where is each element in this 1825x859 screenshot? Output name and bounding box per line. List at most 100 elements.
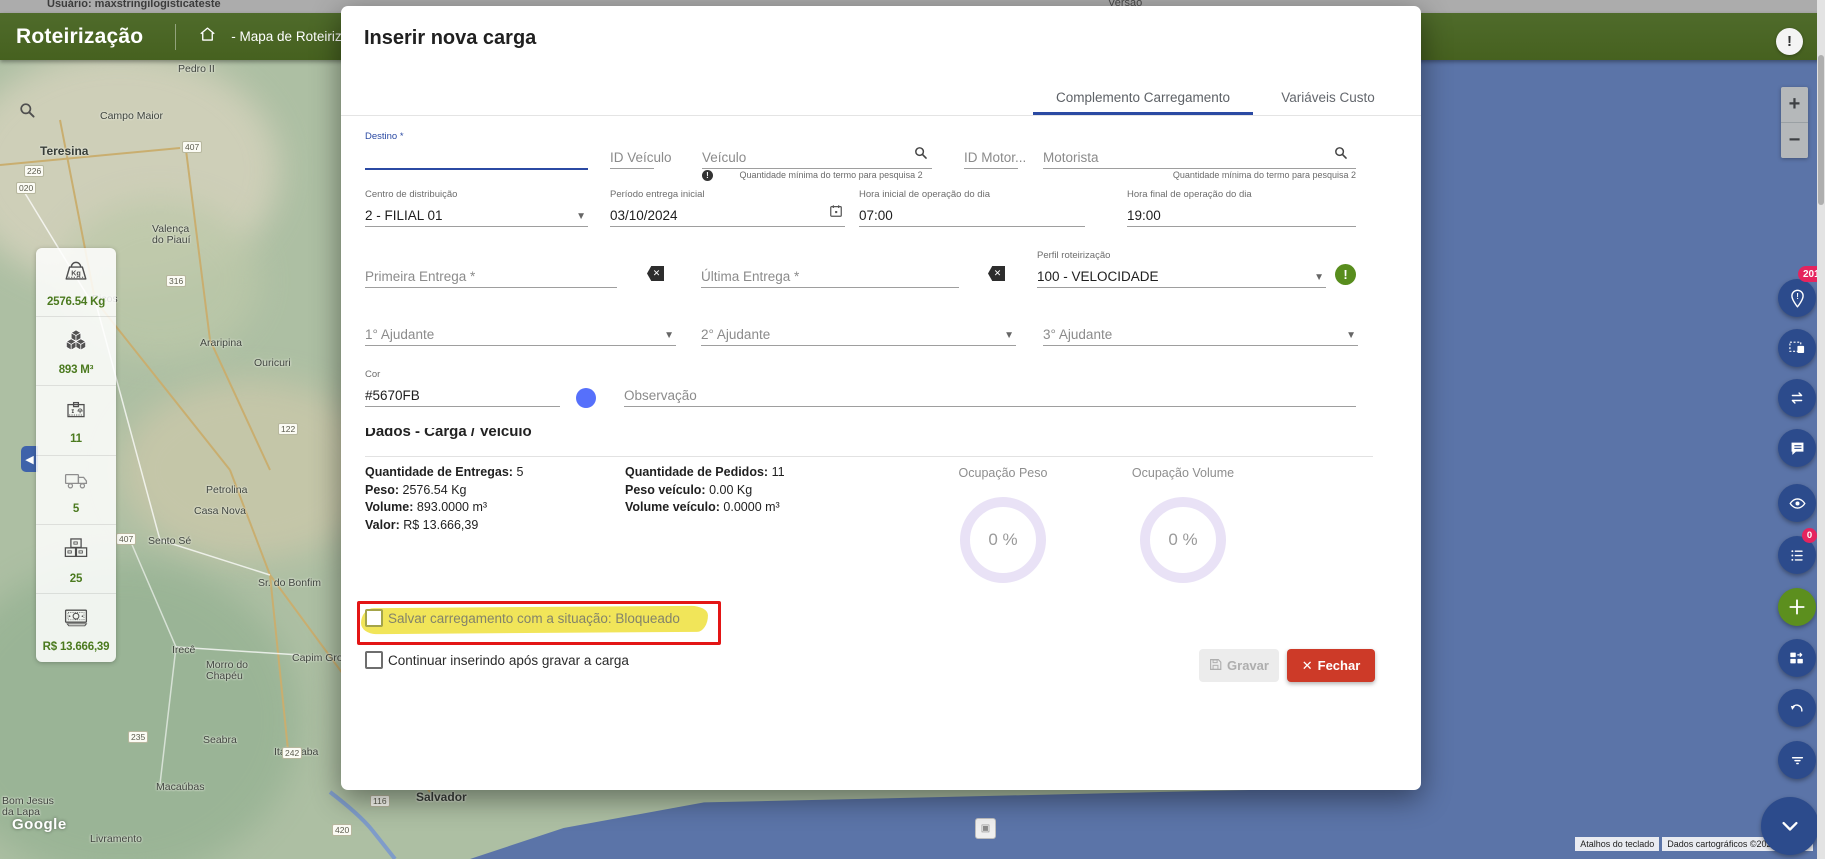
collapse-fab[interactable] xyxy=(1761,797,1819,855)
svg-text:!: ! xyxy=(1796,292,1799,301)
dispatch-fab[interactable] xyxy=(1778,639,1816,677)
weight-icon: Kg xyxy=(58,256,94,295)
pin-alert-fab[interactable]: ! xyxy=(1778,279,1816,317)
map-marker-control[interactable]: ▣ xyxy=(975,818,996,839)
map-city-label: Araripina xyxy=(200,338,242,349)
tab-variaveis-custo[interactable]: Variáveis Custo xyxy=(1253,90,1403,116)
hora-inicial-value: 07:00 xyxy=(859,208,893,223)
cubes-icon xyxy=(59,326,93,363)
map-city-label: Morro do Chapéu xyxy=(206,660,248,682)
destino-field[interactable]: Destino * xyxy=(365,130,588,170)
centro-value: 2 - FILIAL 01 xyxy=(365,208,443,223)
map-city-label: Valença do Piauí xyxy=(152,224,191,246)
cor-field[interactable]: Cor #5670FB xyxy=(365,368,560,407)
map-city-label: Sr. do Bonfim xyxy=(258,578,321,589)
summary-volume: 893 M³ xyxy=(36,317,116,386)
chat-fab[interactable] xyxy=(1778,429,1816,467)
summary-orders-value: 11 xyxy=(70,433,82,445)
perfil-roteirizacao-select[interactable]: Perfil roteirização 100 - VELOCIDADE ▼ xyxy=(1037,249,1326,288)
periodo-label: Período entrega inicial xyxy=(610,189,705,200)
map-city-label: Livramento xyxy=(90,834,142,845)
clear-icon[interactable]: ✕ xyxy=(988,266,1005,281)
chevron-down-icon: ▼ xyxy=(1346,330,1356,341)
chevron-down-icon: ▼ xyxy=(664,330,674,341)
salvar-bloqueado-checkbox[interactable] xyxy=(365,609,383,627)
scrollbar-thumb[interactable] xyxy=(1818,55,1824,205)
list-fab-badge: 0 xyxy=(1802,528,1817,543)
chevron-down-icon: ▼ xyxy=(576,211,586,222)
ajudante3-select[interactable]: 3° Ajudante ▼ xyxy=(1043,307,1358,346)
ultima-entrega-placeholder: Última Entrega * xyxy=(701,269,799,284)
zoom-out-button[interactable]: − xyxy=(1781,123,1808,158)
map-city-label: Bom Jesus da Lapa xyxy=(2,796,54,818)
add-fab[interactable] xyxy=(1778,588,1816,626)
cor-label: Cor xyxy=(365,369,380,380)
map-city-label: Casa Nova xyxy=(194,506,246,517)
periodo-entrega-field[interactable]: Período entrega inicial 03/10/2024 xyxy=(610,188,845,227)
motorista-field[interactable]: Motorista xyxy=(1043,130,1356,169)
perfil-alert-icon[interactable]: ! xyxy=(1335,264,1356,285)
hora-inicial-label: Hora inicial de operação do dia xyxy=(859,189,990,200)
user-label: Usuário: maxstringilogisticateste xyxy=(47,0,221,10)
search-icon[interactable] xyxy=(914,146,928,165)
map-city-label: Seabra xyxy=(203,735,237,746)
modal-title: Inserir nova carga xyxy=(364,27,536,50)
id-motorista-field[interactable]: ID Motor... xyxy=(964,130,1018,169)
gauge-volume-label: Ocupação Volume xyxy=(1083,466,1283,480)
calendar-icon[interactable] xyxy=(829,204,843,223)
motorista-helper: Quantidade mínima do termo para pesquisa… xyxy=(1166,170,1356,180)
page-scrollbar[interactable] xyxy=(1817,0,1825,859)
veiculo-field[interactable]: Veículo xyxy=(702,130,932,169)
id-veiculo-placeholder: ID Veículo xyxy=(610,150,672,165)
ajudante2-select[interactable]: 2° Ajudante ▼ xyxy=(701,307,1016,346)
ajudante1-select[interactable]: 1° Ajudante ▼ xyxy=(365,307,676,346)
ultima-entrega-field[interactable]: Última Entrega * xyxy=(701,249,959,288)
centro-distribuicao-select[interactable]: Centro de distribuição 2 - FILIAL 01 ▼ xyxy=(365,188,588,227)
search-icon[interactable] xyxy=(1334,146,1348,165)
road-shield: 235 xyxy=(128,731,148,743)
hora-final-value: 19:00 xyxy=(1127,208,1161,223)
road-shield: 020 xyxy=(16,182,36,194)
filter-fab[interactable] xyxy=(1778,741,1816,779)
continuar-inserindo-label[interactable]: Continuar inserindo após gravar a carga xyxy=(388,653,629,668)
region-select-fab[interactable] xyxy=(1778,329,1816,367)
road-shield: 242 xyxy=(282,747,302,759)
summary-boxes: 25 xyxy=(36,525,116,594)
map-city-label: Teresina xyxy=(40,146,88,157)
close-button[interactable]: ✕ Fechar xyxy=(1287,649,1375,682)
map-search-icon[interactable] xyxy=(19,102,36,124)
chevron-down-icon: ▼ xyxy=(1314,272,1324,283)
hora-inicial-field[interactable]: Hora inicial de operação do dia 07:00 xyxy=(859,188,1085,227)
primeira-entrega-field[interactable]: Primeira Entrega * xyxy=(365,249,617,288)
swap-routes-fab[interactable] xyxy=(1778,379,1816,417)
keyboard-shortcuts-link[interactable]: Atalhos do teclado xyxy=(1575,837,1659,851)
app-root: Pedro II Campo Maior Teresina Valença do… xyxy=(0,0,1825,859)
cor-value: #5670FB xyxy=(365,388,420,403)
motorista-placeholder: Motorista xyxy=(1043,150,1099,165)
save-icon xyxy=(1209,658,1222,674)
hora-final-field[interactable]: Hora final de operação do dia 19:00 xyxy=(1127,188,1356,227)
map-city-label: Sento Sé xyxy=(148,536,191,547)
save-button[interactable]: Gravar xyxy=(1199,649,1279,682)
road-shield: 226 xyxy=(24,165,44,177)
id-veiculo-field[interactable]: ID Veículo xyxy=(610,130,654,169)
summary-vehicles-value: 5 xyxy=(73,503,79,515)
notifications-button[interactable]: ! xyxy=(1776,28,1803,55)
navbar-divider xyxy=(175,24,176,50)
home-icon[interactable] xyxy=(198,25,217,49)
salvar-bloqueado-label[interactable]: Salvar carregamento com a situação: Bloq… xyxy=(388,611,680,626)
primeira-entrega-placeholder: Primeira Entrega * xyxy=(365,269,475,284)
ajudante3-placeholder: 3° Ajudante xyxy=(1043,327,1112,342)
gauge-volume: 0 % xyxy=(1140,497,1226,583)
close-icon: ✕ xyxy=(1302,658,1313,674)
svg-text:Kg: Kg xyxy=(71,269,81,278)
perfil-label: Perfil roteirização xyxy=(1037,250,1110,261)
observacao-field[interactable]: Observação xyxy=(624,368,1356,407)
clear-icon[interactable]: ✕ xyxy=(647,266,664,281)
continuar-inserindo-checkbox[interactable] xyxy=(365,651,383,669)
veiculo-helper: ! Quantidade mínima do termo para pesqui… xyxy=(702,170,923,181)
zoom-in-button[interactable]: + xyxy=(1781,87,1808,123)
undo-fab[interactable] xyxy=(1778,689,1816,727)
color-swatch[interactable] xyxy=(576,388,596,408)
visibility-fab[interactable] xyxy=(1778,484,1816,522)
